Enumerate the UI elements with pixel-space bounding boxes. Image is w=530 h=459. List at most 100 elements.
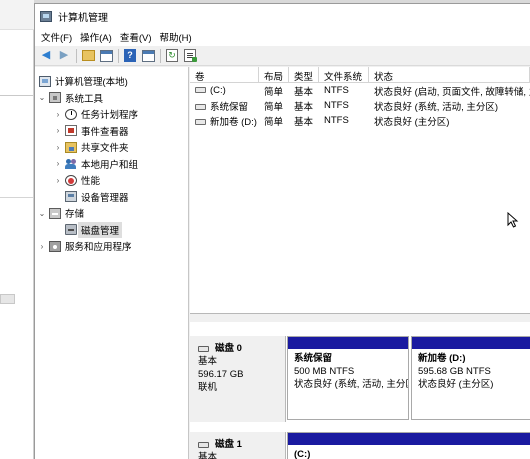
column-header-type[interactable]: 类型: [289, 67, 319, 82]
menu-view[interactable]: 查看(V): [118, 30, 158, 44]
console-tree-icon: [99, 49, 113, 62]
toolbar-separator: [76, 48, 77, 63]
export-list-button[interactable]: [183, 49, 197, 63]
disk-type: 基本: [198, 356, 218, 367]
show-hide-console-tree-button[interactable]: [99, 49, 113, 63]
table-row[interactable]: 新加卷 (D:) 简单 基本 NTFS 状态良好 (主分区): [190, 113, 530, 128]
volume-cell: (C:): [190, 85, 259, 96]
tree-item-task-scheduler[interactable]: › 任务计划程序: [35, 106, 188, 123]
menu-action[interactable]: 操作(A): [78, 30, 118, 44]
chevron-right-icon[interactable]: ›: [53, 175, 63, 185]
partition-body: 系统保留 500 MB NTFS 状态良好 (系统, 活动, 主分区): [288, 349, 408, 391]
disk-icon: [198, 345, 209, 352]
computer-management-icon: [40, 10, 52, 22]
column-header-layout[interactable]: 布局: [259, 67, 289, 82]
export-list-icon: [184, 49, 197, 62]
type-cell: 基本: [294, 86, 314, 98]
up-folder-button[interactable]: [81, 49, 95, 63]
chevron-down-icon[interactable]: ⌄: [37, 93, 47, 103]
main-area: 计算机管理(本地) ⌄ 系统工具 › 任务计划程序 › 事件查看器 › 共享文件…: [35, 67, 530, 459]
disk-graphical-view: 磁盘 0 基本 596.17 GB 联机 系统保留 500 MB NTFS 状态…: [190, 322, 530, 459]
partition-name: 新加卷 (D:): [418, 353, 466, 364]
volume-name: (C:): [210, 85, 226, 96]
users-icon: [65, 158, 77, 170]
system-tools-icon: [49, 92, 61, 104]
tree-item-root[interactable]: 计算机管理(本地): [35, 73, 188, 90]
disk-label: 磁盘 1: [198, 438, 285, 451]
tree-item-label: 任务计划程序: [81, 110, 139, 122]
toolbar-separator: [160, 48, 161, 63]
console-tree: 计算机管理(本地) ⌄ 系统工具 › 任务计划程序 › 事件查看器 › 共享文件…: [35, 67, 189, 459]
tree-item-label: 计算机管理(本地): [55, 77, 128, 89]
menu-help[interactable]: 帮助(H): [157, 30, 197, 44]
partition-size: 500 MB NTFS: [294, 366, 355, 377]
column-header-status[interactable]: 状态: [369, 67, 530, 82]
disk-row[interactable]: 磁盘 0 基本 596.17 GB 联机 系统保留 500 MB NTFS 状态…: [190, 336, 530, 422]
chevron-right-icon[interactable]: ›: [37, 241, 47, 251]
tree-item-storage[interactable]: ⌄ 存储: [35, 205, 188, 222]
tree-item-disk-management[interactable]: 磁盘管理: [35, 221, 188, 239]
action-pane-button[interactable]: [141, 49, 155, 63]
tree-item-label: 系统工具: [65, 93, 104, 105]
type-cell: 基本: [294, 116, 314, 128]
volume-cell: 系统保留: [190, 99, 259, 113]
type-cell: 基本: [294, 101, 314, 113]
layout-cell: 简单: [264, 86, 284, 98]
title-bar[interactable]: 计算机管理: [35, 4, 530, 28]
tree-item-shared-folders[interactable]: › 共享文件夹: [35, 139, 188, 156]
layout-cell: 简单: [264, 116, 284, 128]
menu-bar: 文件(F) 操作(A) 查看(V) 帮助(H): [35, 28, 530, 46]
toolbar: ◀ ▶ ? ↻: [35, 46, 530, 66]
refresh-icon: ↻: [166, 49, 178, 62]
status-cell: 状态良好 (系统, 活动, 主分区): [374, 101, 499, 113]
tree-item-event-viewer[interactable]: › 事件查看器: [35, 123, 188, 140]
pane-splitter[interactable]: [190, 315, 530, 322]
partition-block[interactable]: (C:): [287, 432, 530, 459]
tree-item-services[interactable]: › 服务和应用程序: [35, 238, 188, 255]
menu-file[interactable]: 文件(F): [39, 30, 78, 44]
forward-arrow-icon[interactable]: ▶: [57, 49, 71, 63]
tree-item-label: 共享文件夹: [81, 143, 129, 155]
folder-up-icon: [81, 50, 95, 61]
partition-block[interactable]: 系统保留 500 MB NTFS 状态良好 (系统, 活动, 主分区): [287, 336, 409, 420]
refresh-button[interactable]: ↻: [165, 49, 179, 63]
performance-icon: [65, 174, 77, 186]
disk-size: 596.17 GB: [198, 369, 244, 380]
tree-item-local-users[interactable]: › 本地用户和组: [35, 156, 188, 173]
services-icon: [49, 240, 61, 252]
tree-item-performance[interactable]: › 性能: [35, 172, 188, 189]
help-icon: ?: [124, 49, 136, 62]
partition-body: 新加卷 (D:) 595.68 GB NTFS 状态良好 (主分区): [412, 349, 530, 391]
background-control: [0, 294, 15, 304]
layout-cell: 简单: [264, 101, 284, 113]
disk-info[interactable]: 磁盘 0 基本 596.17 GB 联机: [190, 336, 286, 422]
tree-item-label: 设备管理器: [81, 192, 129, 204]
volume-list-header: 卷 布局 类型 文件系统 状态: [190, 67, 530, 83]
back-arrow-icon[interactable]: ◀: [39, 49, 53, 63]
chevron-right-icon[interactable]: ›: [53, 142, 63, 152]
chevron-right-icon[interactable]: ›: [53, 159, 63, 169]
disk-management-icon: [65, 224, 77, 236]
background-divider: [0, 197, 33, 198]
chevron-right-icon[interactable]: ›: [53, 126, 63, 136]
tree-item-device-manager[interactable]: 设备管理器: [35, 189, 188, 206]
partition-bar: [288, 433, 530, 445]
table-row[interactable]: (C:) 简单 基本 NTFS 状态良好 (启动, 页面文件, 故障转储, 主: [190, 83, 530, 98]
background-window: [0, 0, 34, 459]
chevron-down-icon[interactable]: ⌄: [37, 208, 47, 218]
volume-icon: [195, 87, 206, 94]
disk-info[interactable]: 磁盘 1 基本: [190, 432, 286, 459]
tree-item-system-tools[interactable]: ⌄ 系统工具: [35, 90, 188, 107]
tree-item-label: 存储: [65, 209, 85, 221]
partition-block[interactable]: 新加卷 (D:) 595.68 GB NTFS 状态良好 (主分区): [411, 336, 530, 420]
chevron-right-icon[interactable]: ›: [53, 109, 63, 119]
table-row[interactable]: 系统保留 简单 基本 NTFS 状态良好 (系统, 活动, 主分区): [190, 98, 530, 113]
mouse-cursor-icon: [507, 212, 519, 228]
tree-item-label: 本地用户和组: [81, 159, 139, 171]
filesystem-cell: NTFS: [324, 85, 349, 96]
column-header-filesystem[interactable]: 文件系统: [319, 67, 369, 82]
column-header-volume[interactable]: 卷: [190, 67, 259, 82]
disk-row[interactable]: 磁盘 1 基本 (C:): [190, 432, 530, 459]
help-button[interactable]: ?: [123, 49, 137, 63]
clock-icon: [65, 108, 77, 120]
